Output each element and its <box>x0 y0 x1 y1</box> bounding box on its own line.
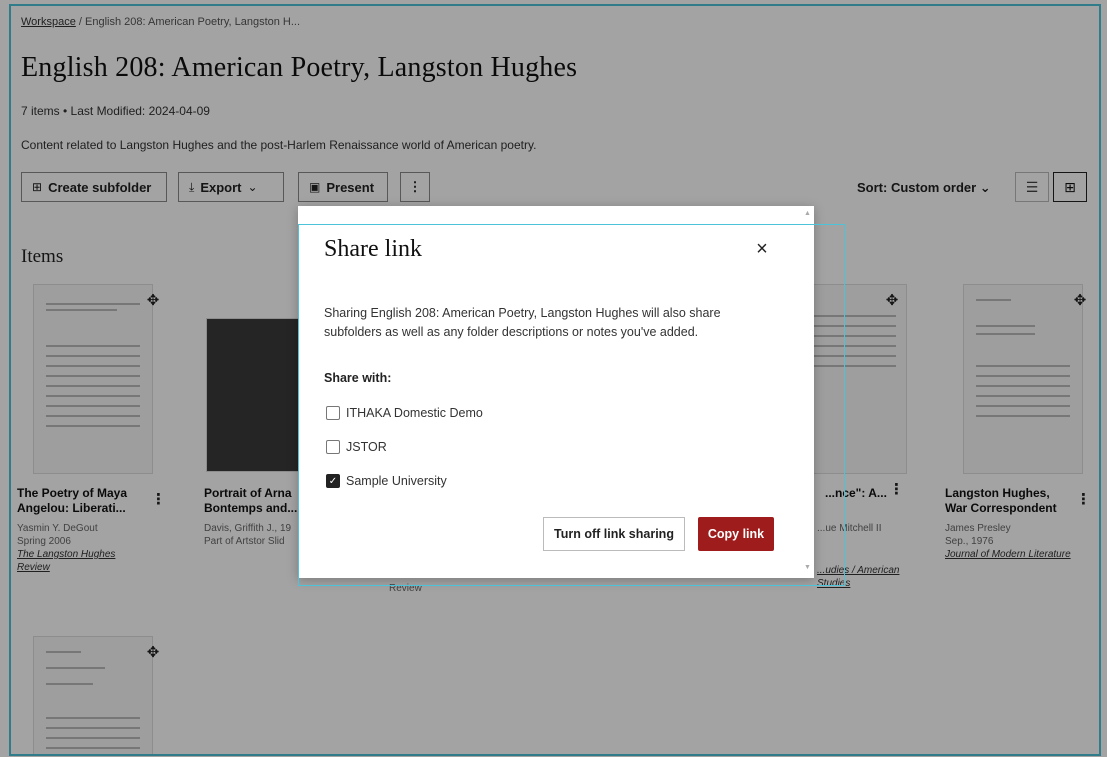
copy-link-button[interactable]: Copy link <box>698 517 774 551</box>
share-link-dialog: ▲ Share link × Sharing English 208: Amer… <box>298 206 814 578</box>
share-option-sample-university[interactable]: ✓ Sample University <box>326 474 447 488</box>
scroll-up-icon[interactable]: ▲ <box>804 210 811 217</box>
checkbox[interactable] <box>326 406 340 420</box>
dialog-title: Share link <box>324 236 422 262</box>
share-option-label: JSTOR <box>346 440 387 454</box>
close-icon[interactable]: × <box>752 238 772 261</box>
scroll-down-icon[interactable]: ▼ <box>804 564 811 571</box>
share-with-label: Share with: <box>324 371 392 385</box>
checkbox[interactable] <box>326 440 340 454</box>
share-option-jstor[interactable]: JSTOR <box>326 440 387 454</box>
checkbox-checked[interactable]: ✓ <box>326 474 340 488</box>
turn-off-link-sharing-button[interactable]: Turn off link sharing <box>543 517 685 551</box>
dialog-description: Sharing English 208: American Poetry, La… <box>324 306 721 339</box>
share-option-label: ITHAKA Domestic Demo <box>346 406 483 420</box>
share-option-ithaka[interactable]: ITHAKA Domestic Demo <box>326 406 483 420</box>
share-option-label: Sample University <box>346 474 447 488</box>
